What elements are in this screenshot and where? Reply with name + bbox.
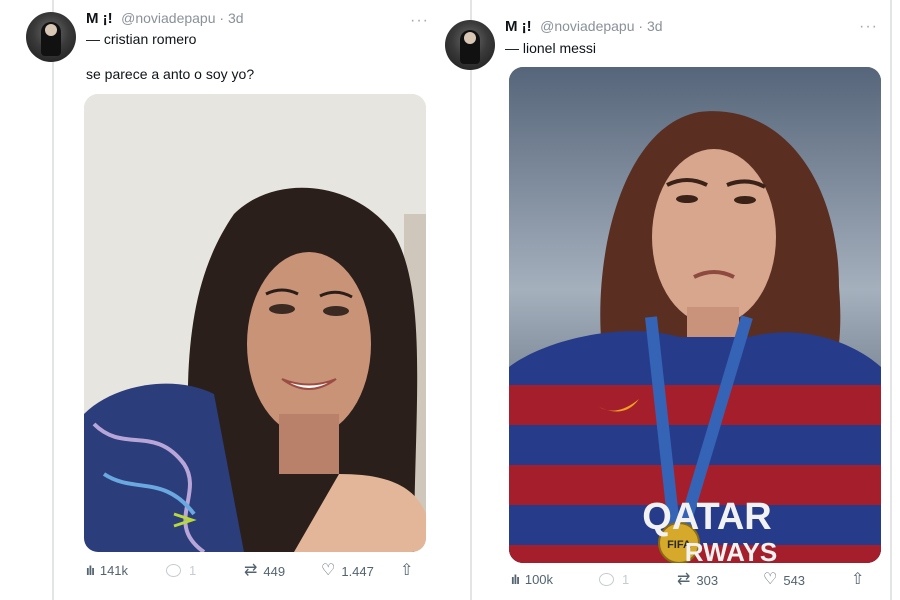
share-icon: ⇧ (851, 571, 865, 588)
tweet-header: M ¡! @noviadepapu · 3d (505, 18, 663, 36)
author-name[interactable]: M ¡! (86, 10, 113, 27)
author-handle[interactable]: @noviadepapu · 3d (121, 10, 243, 26)
like-count: 1.447 (341, 563, 374, 579)
reply-count: 1 (189, 563, 197, 578)
avatar[interactable] (445, 20, 495, 70)
reply-count: 1 (622, 572, 630, 587)
share-button[interactable]: ⇧ (400, 563, 419, 579)
speech-bubble-icon (166, 564, 181, 577)
bar-chart-icon: ılı (86, 563, 95, 578)
share-button[interactable]: ⇧ (851, 572, 870, 588)
more-options-icon[interactable]: ··· (410, 12, 429, 30)
views-count: 141k (99, 563, 129, 578)
author-handle[interactable]: @noviadepapu · 3d (540, 18, 662, 34)
tweet-actions: ılı 141k 1 ⇄ 449 ♡ 1.447 ⇧ (86, 563, 446, 583)
views-count: 100k (524, 572, 554, 587)
views-stat[interactable]: ılı 100k (511, 572, 553, 587)
tweet-subtitle: — lionel messi (505, 40, 597, 56)
speech-bubble-icon (599, 573, 614, 586)
heart-icon: ♡ (321, 562, 336, 579)
retweet-button[interactable]: ⇄ 303 (677, 572, 718, 588)
author-name[interactable]: M ¡! (505, 18, 532, 35)
reply-button[interactable]: 1 (166, 563, 196, 578)
photo-woman-smiling (84, 94, 426, 552)
timeline-divider (470, 0, 472, 600)
tweet-photo[interactable]: FIFA QATAR RWAYS (509, 67, 881, 563)
tweet-subtitle: — cristian romero (86, 31, 197, 47)
jersey-sponsor-line2: RWAYS (685, 537, 778, 563)
retweet-icon: ⇄ (677, 571, 691, 588)
tweet-text: se parece a anto o soy yo? (86, 66, 255, 82)
reply-button[interactable]: 1 (599, 572, 629, 587)
avatar[interactable] (26, 12, 76, 62)
more-options-icon[interactable]: ··· (859, 18, 878, 36)
retweet-icon: ⇄ (244, 562, 258, 579)
tweet-actions: ılı 100k 1 ⇄ 303 ♡ 543 ⇧ (511, 572, 881, 592)
timeline-divider (52, 0, 54, 600)
like-count: 543 (783, 572, 806, 588)
views-stat[interactable]: ılı 141k (86, 563, 128, 578)
tweet-photo[interactable] (84, 94, 426, 552)
photo-woman-jersey: FIFA QATAR RWAYS (509, 67, 881, 563)
retweet-button[interactable]: ⇄ 449 (244, 563, 285, 579)
retweet-count: 449 (263, 563, 286, 579)
bar-chart-icon: ılı (511, 572, 520, 587)
tweet-header: M ¡! @noviadepapu · 3d (86, 10, 244, 28)
heart-icon: ♡ (763, 571, 778, 588)
share-icon: ⇧ (400, 562, 414, 579)
jersey-sponsor: QATAR (642, 496, 771, 538)
timeline-divider (890, 0, 892, 600)
like-button[interactable]: ♡ 1.447 (321, 563, 374, 579)
retweet-count: 303 (696, 572, 719, 588)
like-button[interactable]: ♡ 543 (763, 572, 805, 588)
